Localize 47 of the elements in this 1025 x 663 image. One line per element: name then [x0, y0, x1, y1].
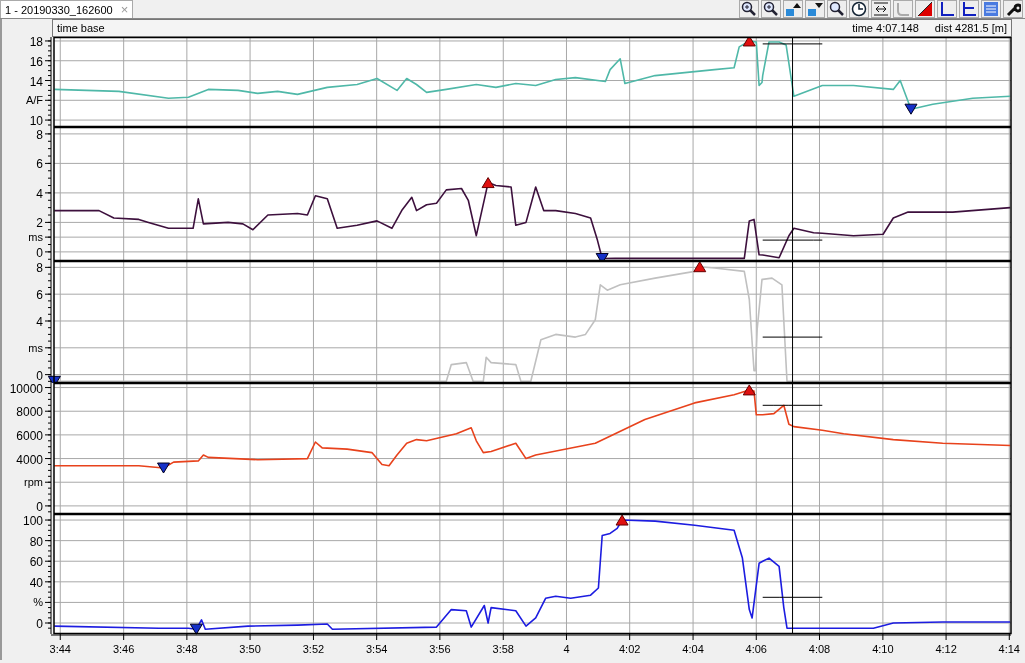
cursor-distance: dist 4281.5 [m]: [934, 22, 1007, 34]
x-tick-label: 4:08: [808, 643, 831, 655]
x-tick-label: 4:02: [618, 643, 641, 655]
y-tick-label: 40: [29, 575, 43, 590]
x-tick-label: 4:04: [682, 643, 704, 655]
y-tick-label: 6: [36, 288, 43, 303]
y-tick-label: 8000: [16, 405, 43, 420]
x-tick-label: 3:44: [49, 643, 71, 655]
y-axis-unit: A/F: [25, 94, 43, 107]
y-tick-label: 10000: [9, 383, 43, 396]
y-tick-label: 0: [36, 499, 43, 514]
y-tick-label: 80: [29, 534, 43, 549]
y-tick-label: 6: [36, 157, 43, 172]
x-tick-label: 4:12: [935, 643, 957, 655]
y-tick-label: 4: [36, 315, 43, 329]
x-tick-label: 3:58: [492, 643, 514, 655]
x-tick-label: 4:10: [872, 643, 894, 655]
y-tick-label: 0: [36, 368, 43, 383]
x-tick-label: 3:48: [176, 643, 198, 655]
y-tick-label: 100: [22, 514, 43, 529]
y-tick-label: 18: [29, 37, 43, 49]
y-tick-label: 60: [29, 555, 43, 570]
x-tick-label: 3:56: [429, 643, 451, 655]
y-tick-label: 0: [36, 617, 43, 631]
y-tick-label: 4000: [16, 452, 43, 467]
y-axis-unit: ms: [28, 231, 43, 244]
y-axis-unit: %: [33, 596, 43, 609]
y-tick-label: 0: [36, 245, 43, 260]
y-tick-label: 8: [36, 127, 43, 142]
y-tick-label: 2: [36, 216, 43, 231]
y-tick-label: 10: [29, 114, 43, 127]
y-tick-label: 16: [29, 54, 43, 69]
x-tick-label: 3:52: [302, 643, 325, 655]
cursor-time: time 4:07.148: [852, 22, 919, 34]
y-tick-label: 4: [36, 186, 43, 201]
x-tick-label: 3:46: [112, 643, 135, 655]
x-tick-label: 3:50: [239, 643, 261, 655]
y-tick-label: 6000: [16, 428, 43, 443]
time-base-label: time base: [57, 22, 105, 34]
y-tick-label: 8: [36, 261, 43, 276]
x-tick-label: 3:54: [365, 643, 388, 655]
y-axis-unit: rpm: [24, 476, 43, 489]
x-tick-label: 4:14: [998, 643, 1020, 655]
x-tick-label: 4:06: [745, 643, 767, 655]
x-tick-label: 4: [563, 643, 570, 655]
y-tick-label: 14: [29, 74, 43, 89]
y-axis-unit: ms: [28, 341, 43, 354]
